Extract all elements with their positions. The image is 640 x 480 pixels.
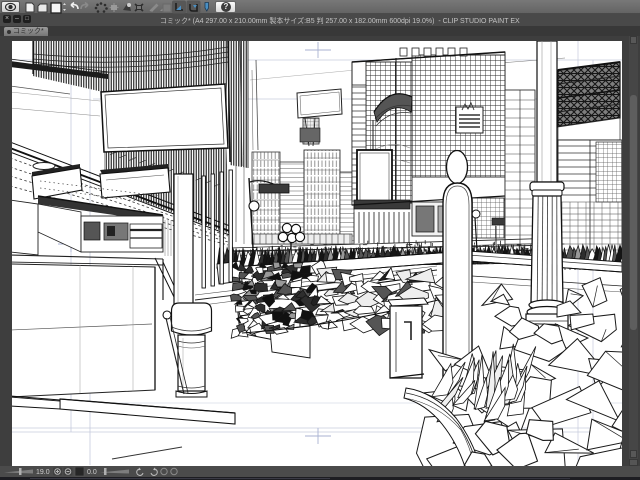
svg-text:0.0: 0.0 [87,469,97,476]
svg-text:19.0: 19.0 [36,469,50,476]
